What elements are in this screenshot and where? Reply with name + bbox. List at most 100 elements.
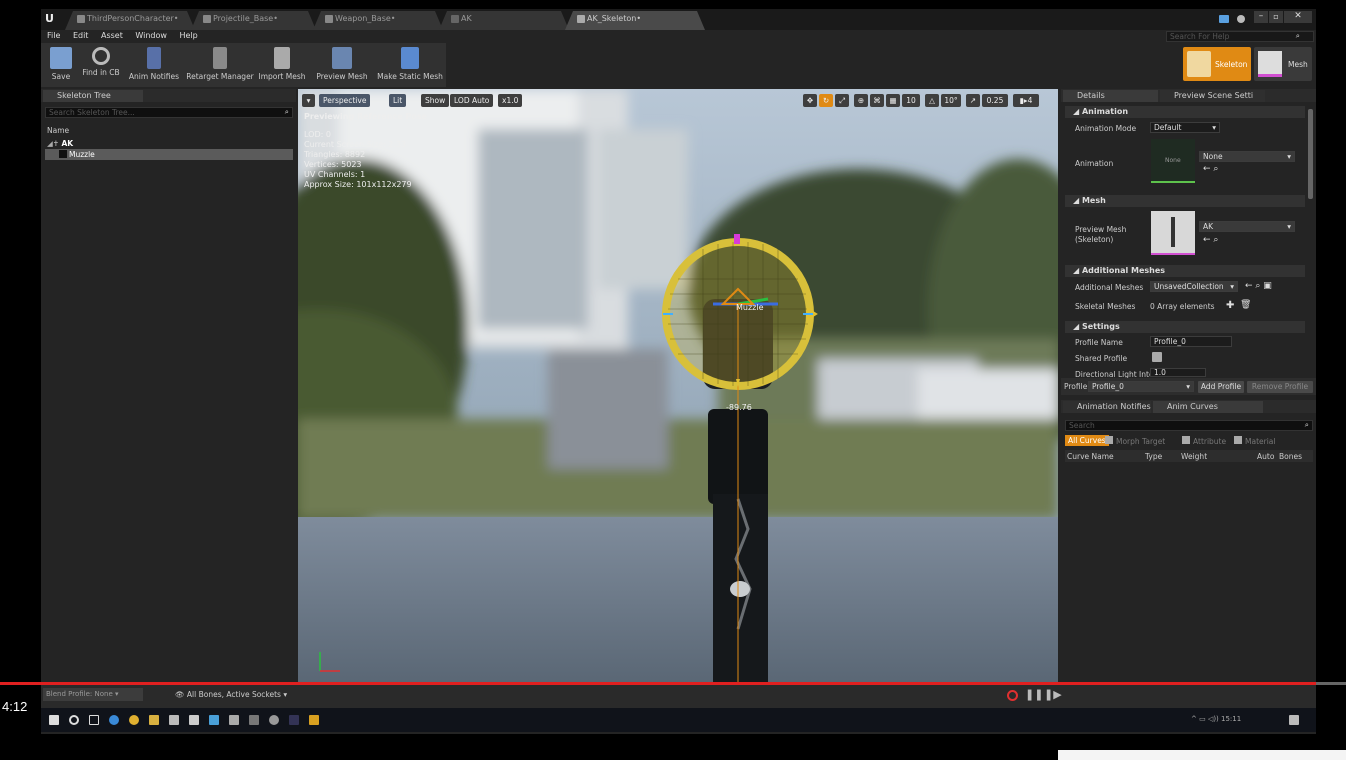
animation-thumbnail[interactable]: None: [1151, 139, 1195, 183]
app-icon[interactable]: [249, 715, 259, 725]
preview-mesh-thumbnail[interactable]: [1151, 211, 1195, 255]
perspective-button[interactable]: Perspective: [319, 94, 371, 107]
anim-notifies-button[interactable]: Anim Notifies: [127, 45, 181, 85]
find-in-cb-button[interactable]: Find in CB: [79, 45, 123, 85]
edge-icon[interactable]: [109, 715, 119, 725]
tab-anim-curves[interactable]: Anim Curves: [1153, 401, 1263, 413]
save-button[interactable]: Save: [45, 45, 77, 85]
shared-profile-checkbox[interactable]: [1152, 352, 1162, 362]
notifications-icon[interactable]: [1289, 715, 1299, 725]
col-weight[interactable]: Weight: [1181, 452, 1207, 461]
menu-help[interactable]: Help: [180, 31, 198, 40]
menu-asset[interactable]: Asset: [101, 31, 123, 40]
step-forward-button[interactable]: ❚▶: [1044, 688, 1062, 701]
col-curve-name[interactable]: Curve Name: [1067, 452, 1114, 461]
help-search-input[interactable]: Search For Help ⌕: [1166, 31, 1314, 42]
additional-meshes-dropdown[interactable]: UnsavedCollection ▾: [1150, 281, 1238, 292]
unreal-taskbar-icon[interactable]: [289, 715, 299, 725]
import-mesh-button[interactable]: Import Mesh: [257, 45, 307, 85]
profile-name-input[interactable]: Profile_0: [1150, 336, 1232, 347]
section-mesh[interactable]: ◢ Mesh: [1065, 195, 1305, 207]
curves-search-input[interactable]: Search ⌕: [1065, 420, 1313, 431]
grid-snap-value[interactable]: 10: [902, 94, 920, 107]
maximize-button[interactable]: ▫: [1269, 11, 1283, 23]
menu-window[interactable]: Window: [135, 31, 167, 40]
close-button[interactable]: ✕: [1284, 11, 1312, 23]
section-additional-meshes[interactable]: ◢ Additional Meshes: [1065, 265, 1305, 277]
make-static-mesh-button[interactable]: Make Static Mesh: [375, 45, 445, 85]
tab-skeleton-tree[interactable]: Skeleton Tree: [43, 90, 143, 102]
show-button[interactable]: Show: [421, 94, 450, 107]
additional-actions-icons[interactable]: ← ⌕ ▣: [1245, 281, 1272, 291]
app-icon[interactable]: [229, 715, 239, 725]
task-view-icon[interactable]: [89, 715, 99, 725]
tab-ak-skeleton[interactable]: AK_Skeleton•: [565, 11, 705, 30]
lod-button[interactable]: LOD Auto: [450, 94, 494, 107]
bone-filter-dropdown[interactable]: 👁 All Bones, Active Sockets ▾: [175, 688, 295, 701]
scale-tool-button[interactable]: ⤢: [835, 94, 849, 107]
preview-mesh-dropdown[interactable]: AK ▾: [1199, 221, 1295, 232]
minimize-button[interactable]: –: [1254, 11, 1268, 23]
camera-speed-button[interactable]: ▮▸4: [1013, 94, 1039, 107]
directional-light-input[interactable]: 1.0: [1150, 368, 1206, 377]
pause-button[interactable]: ❚❚: [1025, 688, 1043, 701]
section-settings[interactable]: ◢ Settings: [1065, 321, 1305, 333]
lit-button[interactable]: Lit: [389, 94, 407, 107]
playback-speed-button[interactable]: x1.0: [498, 94, 523, 107]
rotate-tool-button[interactable]: ↻: [819, 94, 833, 107]
use-selected-mesh-icon[interactable]: ← ⌕: [1203, 235, 1218, 245]
rotation-snap-value[interactable]: 10°: [941, 94, 961, 107]
use-selected-icon[interactable]: ← ⌕: [1203, 164, 1218, 174]
viewport[interactable]: ▾ Perspective Lit Show LOD Auto x1.0 ✥ ↻…: [298, 89, 1058, 683]
viewport-options-button[interactable]: ▾: [302, 94, 315, 107]
tab-third-person-character[interactable]: ThirdPersonCharacter•: [65, 11, 195, 30]
menu-edit[interactable]: Edit: [73, 31, 89, 40]
retarget-manager-button[interactable]: Retarget Manager: [184, 45, 256, 85]
animation-dropdown[interactable]: None ▾: [1199, 151, 1295, 162]
col-type[interactable]: Type: [1145, 452, 1162, 461]
store-icon[interactable]: [169, 715, 179, 725]
delete-icon[interactable]: 🗑: [1240, 300, 1251, 310]
mail-icon[interactable]: [189, 715, 199, 725]
filter-all-curves[interactable]: All Curves: [1065, 435, 1109, 446]
surface-snap-button[interactable]: ⌘: [870, 94, 884, 107]
rotation-snap-button[interactable]: △: [925, 94, 939, 107]
tab-projectile-base[interactable]: Projectile_Base•: [191, 11, 316, 30]
tab-weapon-base[interactable]: Weapon_Base•: [313, 11, 443, 30]
app-icon[interactable]: [269, 715, 279, 725]
scale-snap-value[interactable]: 0.25: [982, 94, 1008, 107]
section-animation[interactable]: ◢ Animation: [1065, 106, 1305, 118]
details-scrollbar[interactable]: [1308, 109, 1313, 199]
add-profile-button[interactable]: Add Profile: [1198, 381, 1244, 393]
skeleton-mode-button[interactable]: Skeleton: [1183, 47, 1251, 81]
tab-animation-notifies[interactable]: Animation Notifies: [1063, 401, 1151, 413]
profile-dropdown[interactable]: Profile_0 ▾: [1088, 381, 1194, 392]
col-bones[interactable]: Bones: [1279, 452, 1302, 461]
tab-ak[interactable]: AK: [439, 11, 569, 30]
search-icon[interactable]: [69, 715, 79, 725]
video-progress-track[interactable]: [0, 682, 1346, 685]
record-button[interactable]: [1007, 690, 1018, 701]
tab-preview-scene-settings[interactable]: Preview Scene Setti: [1160, 90, 1265, 102]
preview-mesh-button[interactable]: Preview Mesh: [311, 45, 373, 85]
tab-details[interactable]: Details: [1063, 90, 1158, 102]
app-icon[interactable]: [309, 715, 319, 725]
remove-profile-button[interactable]: Remove Profile: [1247, 381, 1313, 393]
explorer-icon[interactable]: [149, 715, 159, 725]
menu-file[interactable]: File: [47, 31, 60, 40]
add-element-icon[interactable]: ✚: [1226, 300, 1234, 311]
animation-mode-dropdown[interactable]: Default ▾: [1150, 122, 1220, 133]
bone-ak[interactable]: ◢✝ AK: [47, 139, 73, 148]
socket-muzzle-row[interactable]: Muzzle: [45, 149, 293, 160]
col-auto[interactable]: Auto: [1257, 452, 1274, 461]
translate-tool-button[interactable]: ✥: [803, 94, 817, 107]
chrome-icon[interactable]: [129, 715, 139, 725]
skeleton-search-input[interactable]: Search Skeleton Tree... ⌕: [45, 107, 293, 118]
filter-attribute[interactable]: Attribute: [1182, 436, 1226, 446]
blend-profile-dropdown[interactable]: Blend Profile: None ▾: [43, 688, 143, 701]
source-control-icon[interactable]: [1219, 15, 1229, 23]
world-local-button[interactable]: ⊕: [854, 94, 868, 107]
notification-icon[interactable]: [1237, 15, 1245, 23]
filter-morph-target[interactable]: Morph Target: [1105, 436, 1165, 446]
app-icon[interactable]: [209, 715, 219, 725]
